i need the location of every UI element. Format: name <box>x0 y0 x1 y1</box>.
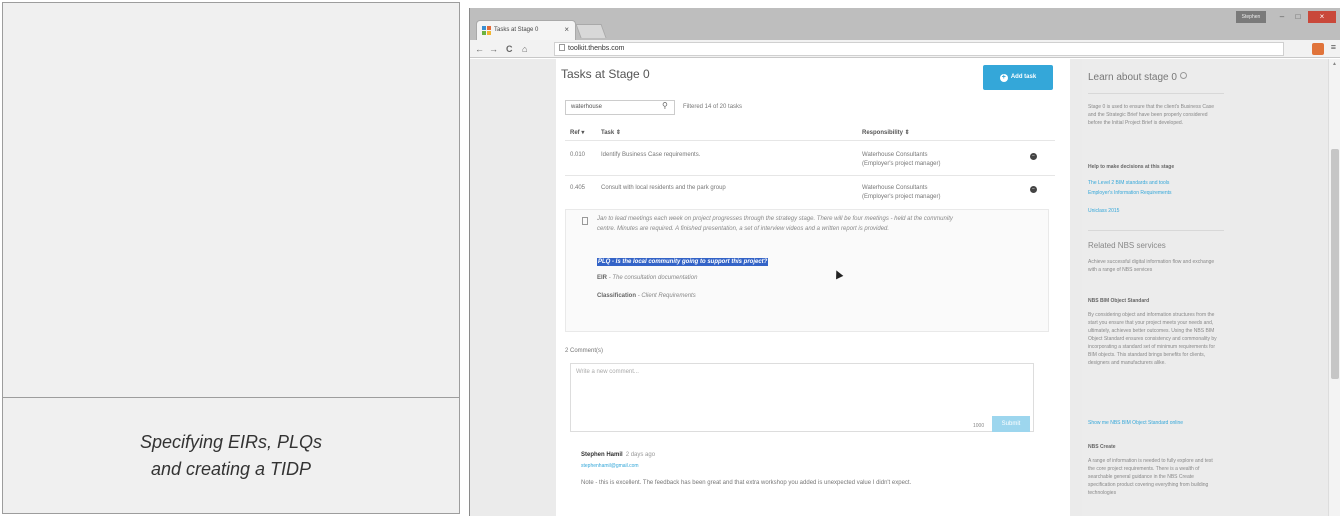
sidebar-create-heading: NBS Create <box>1088 444 1116 450</box>
row-responsibility: Waterhouse Consultants (Employer's proje… <box>862 184 941 202</box>
row-task[interactable]: Consult with local residents and the par… <box>601 184 726 193</box>
sidebar-link-eir[interactable]: Employer's Information Requirements <box>1088 189 1220 197</box>
scroll-up-icon[interactable]: ▲ <box>1332 61 1337 67</box>
caption-line-2: and creating a TIDP <box>150 459 312 479</box>
eir-label: EIR <box>597 275 608 281</box>
row-responsibility: Waterhouse Consultants (Employer's proje… <box>862 151 941 169</box>
browser-window: Tasks at Stage 0 × Stephen – □ × ← → C ⌂… <box>469 8 1340 516</box>
mouse-cursor-icon <box>832 268 844 280</box>
sidebar-title: Learn about stage 0 <box>1088 72 1187 83</box>
maximize-button[interactable]: □ <box>1290 11 1306 23</box>
close-window-button[interactable]: × <box>1308 11 1336 23</box>
commenter-email[interactable]: stephenhamil@gmail.com <box>581 463 639 469</box>
address-bar[interactable]: toolkit.thenbs.com <box>554 42 1284 56</box>
url-text: toolkit.thenbs.com <box>568 45 625 52</box>
header-divider <box>565 140 1055 141</box>
page-icon <box>559 44 565 51</box>
classification-text: - Client Requirements <box>637 293 696 299</box>
row-ref: 0.010 <box>570 152 586 158</box>
row-divider <box>565 175 1055 176</box>
commenter-name-text: Stephen Hamil <box>581 452 623 458</box>
browser-menu-icon[interactable]: ≡ <box>1331 42 1336 52</box>
column-header-responsibility[interactable]: Responsibility ⇕ <box>862 129 910 136</box>
sidebar-bim-heading: NBS BIM Object Standard <box>1088 298 1150 304</box>
responsibility-role: (Employer's project manager) <box>862 194 941 200</box>
filter-count: Filtered 14 of 20 tasks <box>683 104 743 110</box>
classification-label: Classification <box>597 293 637 299</box>
submit-button[interactable]: Submit <box>992 416 1030 432</box>
scrollbar-thumb[interactable] <box>1331 149 1339 379</box>
collapse-row-icon[interactable]: − <box>1030 186 1037 193</box>
responsibility-org: Waterhouse Consultants <box>862 152 928 158</box>
main-content: Tasks at Stage 0 + Add task waterhouse ⚲ … <box>556 59 1070 516</box>
sidebar-link-uniclass[interactable]: Uniclass 2015 <box>1088 207 1220 215</box>
vertical-scrollbar[interactable]: ▲ <box>1328 59 1340 516</box>
nbs-favicon-icon <box>482 26 491 35</box>
add-task-button[interactable]: + Add task <box>983 65 1053 90</box>
sidebar-create-text: A range of information is needed to full… <box>1088 458 1213 496</box>
comment-text: Note - this is excellent. The feedback h… <box>581 480 912 486</box>
caption-image-area <box>3 3 459 398</box>
sidebar-intro: Stage 0 is used to ensure that the clien… <box>1088 104 1215 126</box>
forward-arrow-icon[interactable]: → <box>489 42 498 56</box>
plq-highlighted-text[interactable]: PLQ - Is the local community going to su… <box>597 258 769 266</box>
responsibility-role: (Employer's project manager) <box>862 161 941 167</box>
column-header-ref[interactable]: Ref ▾ <box>570 129 584 136</box>
add-task-label: Add task <box>1010 74 1037 80</box>
sidebar-link-bim-standards[interactable]: The Level 2 BIM standards and tools <box>1088 179 1220 187</box>
sidebar-divider <box>1088 93 1224 94</box>
browser-toolbar: ← → C ⌂ toolkit.thenbs.com ≡ <box>470 40 1340 58</box>
search-icon[interactable]: ⚲ <box>662 101 668 110</box>
tab-title: Tasks at Stage 0 <box>494 27 539 33</box>
info-icon[interactable] <box>1179 72 1187 79</box>
caption-panel: Specifying EIRs, PLQs and creating a TID… <box>0 0 465 516</box>
document-icon <box>582 217 588 225</box>
sidebar-divider <box>1088 230 1224 231</box>
caption-line-1: Specifying EIRs, PLQs <box>139 432 323 452</box>
extension-icon[interactable] <box>1312 43 1324 55</box>
tab-close-icon[interactable]: × <box>564 25 569 34</box>
collapse-row-icon[interactable]: − <box>1030 153 1037 160</box>
sidebar-related-text: Achieve successful digital information f… <box>1088 259 1215 273</box>
row-ref: 0.405 <box>570 185 586 191</box>
profile-button[interactable]: Stephen <box>1236 11 1266 23</box>
browser-titlebar: Tasks at Stage 0 × Stephen – □ × <box>470 8 1340 40</box>
sidebar-bim-link[interactable]: Show me NBS BIM Object Standard online <box>1088 419 1220 427</box>
sidebar-help-heading: Help to make decisions at this stage <box>1088 164 1175 170</box>
column-header-task[interactable]: Task ⇕ <box>601 129 621 136</box>
comments-count: 2 Comment(s) <box>565 348 604 354</box>
eir-line: EIR - The consultation documentation <box>597 275 697 281</box>
responsibility-org: Waterhouse Consultants <box>862 185 928 191</box>
comment-input[interactable]: Write a new comment... <box>570 363 1034 432</box>
page-viewport: Tasks at Stage 0 + Add task waterhouse ⚲ … <box>470 59 1340 516</box>
task-detail-panel: Jan to lead meetings each week on projec… <box>565 209 1049 332</box>
back-arrow-icon[interactable]: ← <box>475 42 484 56</box>
sidebar-bim-text: By considering object and information st… <box>1088 312 1217 366</box>
character-count: 1000 <box>973 423 985 429</box>
caption-text: Specifying EIRs, PLQs and creating a TID… <box>3 429 459 483</box>
task-description: Jan to lead meetings each week on projec… <box>597 216 953 232</box>
commenter-name: Stephen Hamil 2 days ago <box>581 452 655 458</box>
minimize-button[interactable]: – <box>1274 11 1290 23</box>
home-icon[interactable]: ⌂ <box>522 42 527 56</box>
plus-icon: + <box>999 74 1008 82</box>
search-input[interactable]: waterhouse <box>565 100 675 115</box>
browser-tab[interactable]: Tasks at Stage 0 × <box>476 20 576 40</box>
new-tab-button[interactable] <box>575 24 607 38</box>
classification-line: Classification - Client Requirements <box>597 293 696 299</box>
sidebar-title-text: Learn about stage 0 <box>1088 72 1177 83</box>
row-task[interactable]: Identify Business Case requirements. <box>601 151 700 160</box>
caption-frame: Specifying EIRs, PLQs and creating a TID… <box>2 2 460 514</box>
eir-text: - The consultation documentation <box>608 275 698 281</box>
sidebar-related-heading: Related NBS services <box>1088 241 1166 250</box>
reload-icon[interactable]: C <box>506 42 513 56</box>
page-title: Tasks at Stage 0 <box>561 67 650 81</box>
learn-sidebar: Learn about stage 0 Stage 0 is used to e… <box>1082 59 1230 516</box>
comment-time: 2 days ago <box>625 452 656 458</box>
